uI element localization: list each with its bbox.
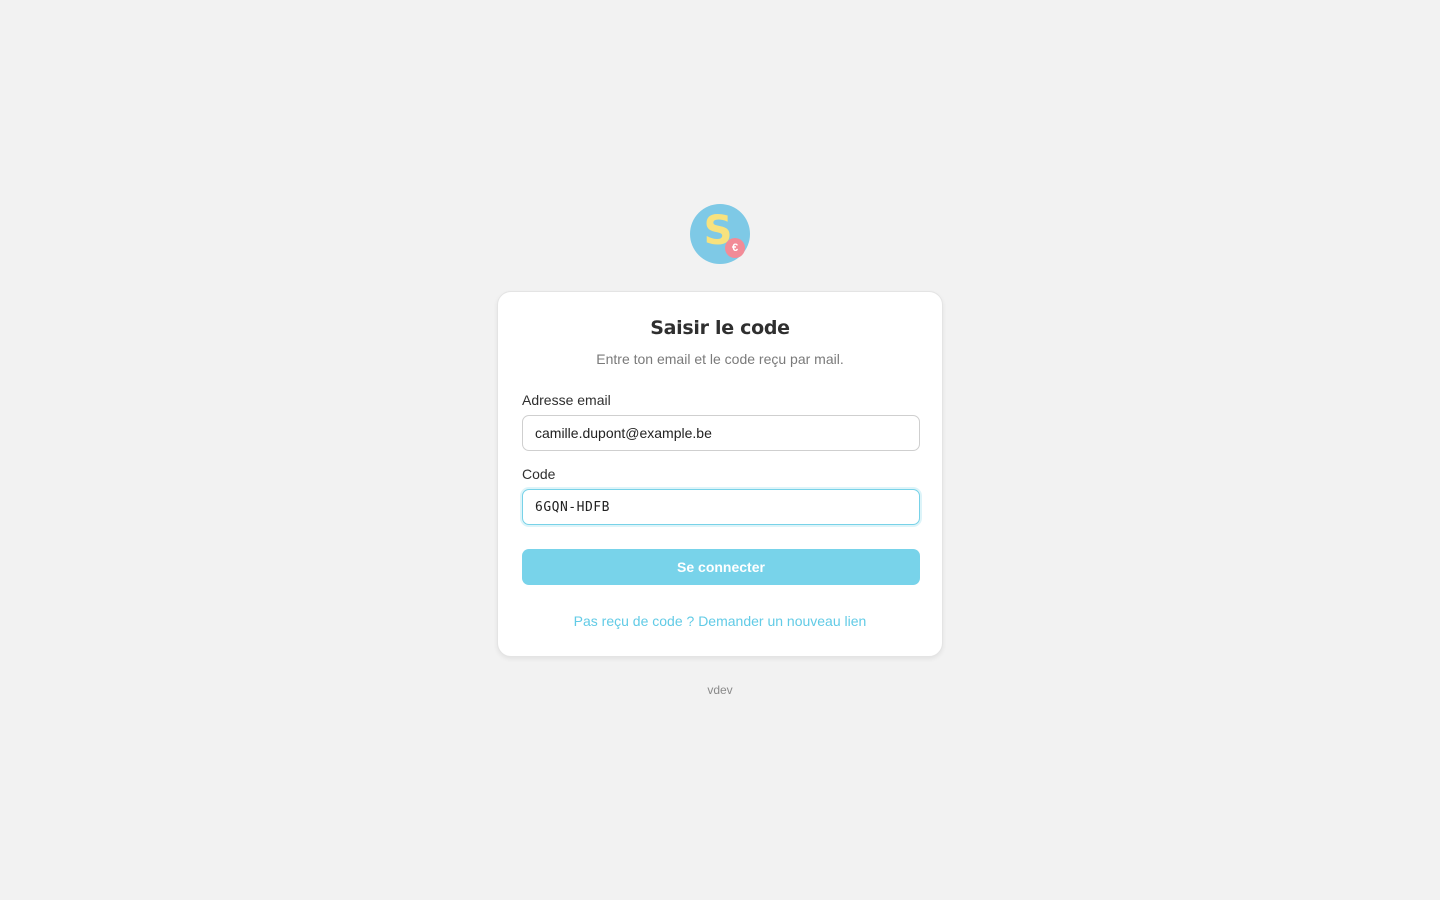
app-logo: S € bbox=[690, 204, 750, 264]
page-title: Saisir le code bbox=[650, 317, 790, 339]
page-subtitle: Entre ton email et le code reçu par mail… bbox=[596, 351, 844, 367]
code-field[interactable] bbox=[522, 489, 920, 525]
code-label: Code bbox=[522, 466, 556, 482]
email-field[interactable] bbox=[522, 415, 920, 451]
login-page: S € Saisir le code Entre ton email et le… bbox=[0, 0, 1440, 900]
euro-badge-icon: € bbox=[725, 238, 745, 258]
code-login-card: Saisir le code Entre ton email et le cod… bbox=[497, 291, 943, 657]
version-label: vdev bbox=[707, 683, 733, 697]
login-button[interactable]: Se connecter bbox=[522, 549, 920, 585]
resend-code-link[interactable]: Pas reçu de code ? Demander un nouveau l… bbox=[498, 613, 942, 629]
email-label: Adresse email bbox=[522, 392, 611, 408]
